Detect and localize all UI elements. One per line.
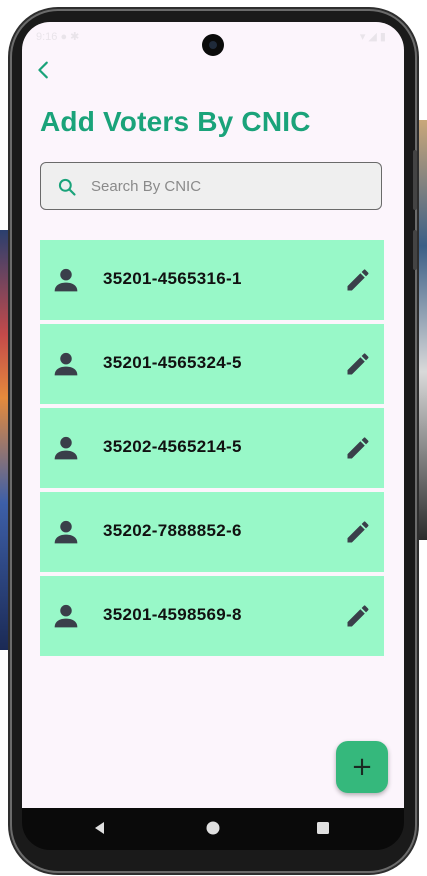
person-icon bbox=[54, 604, 78, 628]
pencil-icon[interactable] bbox=[344, 434, 372, 462]
voter-card[interactable]: 35202-4565214-5 bbox=[40, 408, 384, 488]
voter-card[interactable]: 35201-4598569-8 bbox=[40, 576, 384, 656]
device-stage: 9:16 ● ✱ ▾ ◢ ▮ Add Voters By CNIC Search… bbox=[0, 0, 427, 876]
search-input[interactable] bbox=[91, 163, 371, 209]
system-nav-bar bbox=[22, 808, 404, 850]
voter-card[interactable]: 35202-7888852-6 bbox=[40, 492, 384, 572]
plus-icon: + bbox=[351, 752, 373, 782]
pencil-icon[interactable] bbox=[344, 350, 372, 378]
camera-cutout bbox=[202, 34, 224, 56]
person-icon bbox=[54, 352, 78, 376]
person-icon bbox=[54, 520, 78, 544]
nav-back-icon[interactable] bbox=[92, 820, 108, 836]
voter-cnic: 35201-4565324-5 bbox=[103, 353, 242, 372]
search-box[interactable] bbox=[40, 162, 382, 210]
voter-card[interactable]: 35201-4565324-5 bbox=[40, 324, 384, 404]
pencil-icon[interactable] bbox=[344, 518, 372, 546]
chevron-left-icon bbox=[38, 61, 48, 79]
add-voter-button[interactable]: + bbox=[336, 741, 388, 793]
voter-card[interactable]: 35201-4565316-1 bbox=[40, 240, 384, 320]
pencil-icon[interactable] bbox=[344, 266, 372, 294]
person-icon bbox=[54, 268, 78, 292]
search-icon bbox=[58, 178, 76, 196]
back-button[interactable] bbox=[30, 56, 58, 84]
power-button bbox=[413, 230, 417, 270]
voter-list: 35201-4565316-1 35201-4565324-5 35202-45… bbox=[40, 240, 384, 660]
voter-cnic: 35202-4565214-5 bbox=[103, 437, 242, 456]
app-screen: 9:16 ● ✱ ▾ ◢ ▮ Add Voters By CNIC Search… bbox=[22, 22, 404, 808]
pencil-icon[interactable] bbox=[344, 602, 372, 630]
voter-cnic: 35201-4598569-8 bbox=[103, 605, 242, 624]
page-title: Add Voters By CNIC bbox=[40, 106, 311, 137]
volume-button bbox=[413, 150, 417, 210]
person-icon bbox=[54, 436, 78, 460]
voter-cnic: 35201-4565316-1 bbox=[103, 269, 242, 288]
status-time: 9:16 ● ✱ bbox=[36, 31, 80, 43]
voter-cnic: 35202-7888852-6 bbox=[103, 521, 242, 540]
nav-recent-icon[interactable] bbox=[315, 820, 331, 836]
nav-home-icon[interactable] bbox=[205, 820, 221, 836]
status-icons: ▾ ◢ ▮ bbox=[359, 31, 386, 43]
